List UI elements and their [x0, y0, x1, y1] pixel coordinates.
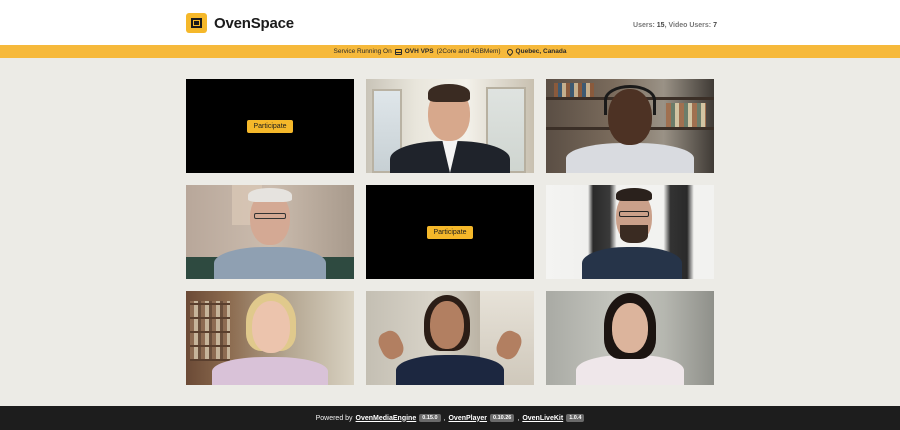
- blonde-woman-video-icon: [186, 291, 354, 385]
- video-tile[interactable]: [546, 185, 714, 279]
- ovenmediaengine-link[interactable]: OvenMediaEngine: [356, 415, 417, 422]
- video-tile[interactable]: [366, 79, 534, 173]
- users-count: 15: [656, 22, 665, 29]
- service-server: OVH VPS: [404, 48, 434, 55]
- video-tile[interactable]: [186, 291, 354, 385]
- video-tile[interactable]: [366, 291, 534, 385]
- video-tile-empty: Participate: [366, 185, 534, 279]
- location-pin-icon: [505, 47, 514, 56]
- server-icon: [394, 48, 402, 55]
- header: OvenSpace Users: 15, Video Users: 7: [0, 0, 900, 45]
- ovenspace-logo-icon: [186, 13, 207, 33]
- powered-by-label: Powered by: [315, 414, 353, 422]
- older-man-glasses-video-icon: [186, 185, 354, 279]
- ovenplayer-link[interactable]: OvenPlayer: [448, 415, 487, 422]
- video-users-label: , Video Users:: [664, 22, 714, 29]
- app-logo[interactable]: OvenSpace: [186, 13, 294, 33]
- man-headset-video-icon: [546, 79, 714, 173]
- separator: ,: [443, 414, 446, 422]
- participate-button[interactable]: Participate: [427, 225, 473, 239]
- video-users-count: 7: [713, 22, 717, 29]
- man-suit-video-icon: [366, 79, 534, 173]
- footer: Powered by OvenMediaEngine 0.15.0, OvenP…: [0, 406, 900, 430]
- app-name: OvenSpace: [214, 14, 294, 32]
- woman-waving-video-icon: [366, 291, 534, 385]
- video-grid: Participate Participate: [186, 79, 714, 385]
- video-tile[interactable]: [546, 79, 714, 173]
- ovenlivekit-link[interactable]: OvenLiveKit: [522, 415, 563, 422]
- service-info-bar: Service Running On OVH VPS (2Core and 4GB…: [0, 45, 900, 58]
- service-prefix: Service Running On: [333, 48, 392, 55]
- woman-dark-hair-video-icon: [546, 291, 714, 385]
- video-tile[interactable]: [546, 291, 714, 385]
- man-beard-glasses-video-icon: [546, 185, 714, 279]
- ovenlivekit-version-badge: 1.0.4: [566, 414, 585, 422]
- user-count-status: Users: 15, Video Users: 7: [633, 22, 717, 29]
- separator: ,: [517, 414, 520, 422]
- users-label: Users:: [633, 22, 657, 29]
- video-tile[interactable]: [186, 185, 354, 279]
- service-specs: (2Core and 4GBMem): [436, 48, 501, 55]
- participate-button[interactable]: Participate: [247, 119, 293, 133]
- ovenplayer-version-badge: 0.10.26: [490, 414, 515, 422]
- service-location: Quebec, Canada: [515, 48, 567, 55]
- video-tile-empty: Participate: [186, 79, 354, 173]
- ovenmediaengine-version-badge: 0.15.0: [419, 414, 441, 422]
